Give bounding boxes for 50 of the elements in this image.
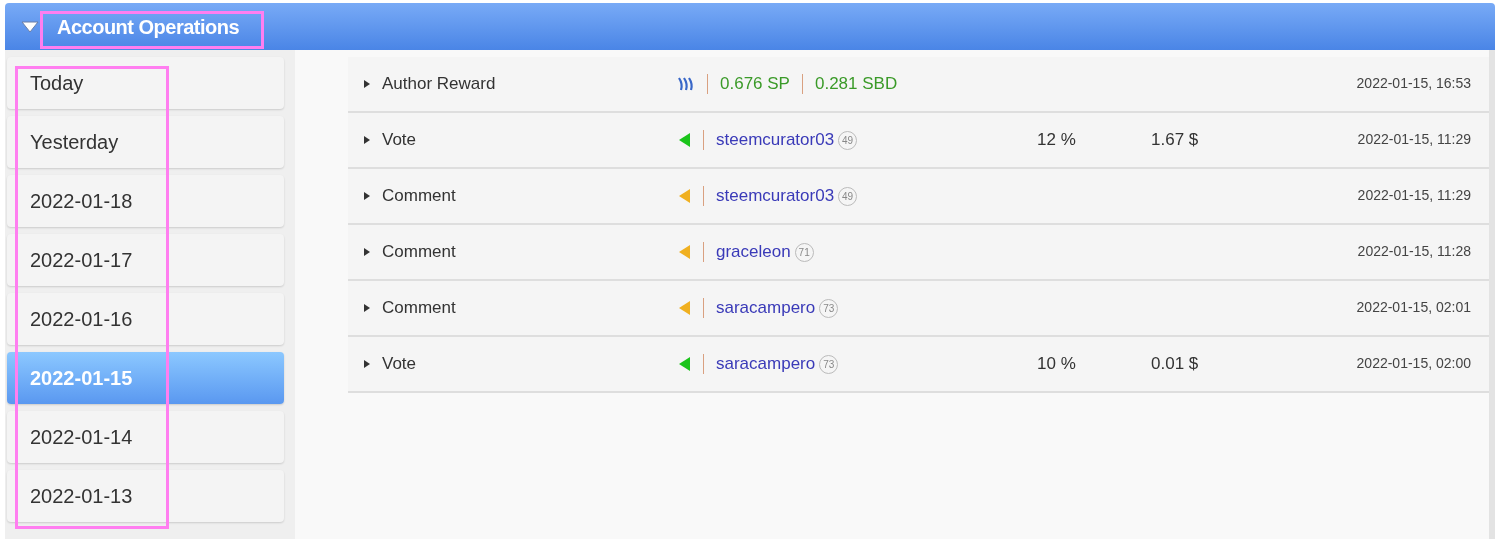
operation-row[interactable]: Author Reward 0.676 SP 0.281 SBD 2022-01-15, 16:53 xyxy=(348,57,1489,113)
operation-type: Vote xyxy=(382,129,418,152)
operation-row[interactable]: Comment saracampero 73 2022-01-15, 02:01 xyxy=(348,281,1489,337)
expand-arrow-icon xyxy=(364,191,370,201)
operation-row[interactable]: Comment steemcurator03 49 2022-01-15, 11:29 xyxy=(348,169,1489,225)
operation-type: Author Reward xyxy=(382,73,497,96)
account-link[interactable]: saracampero xyxy=(716,351,816,377)
wave-icon xyxy=(677,76,695,92)
date-tab[interactable]: 2022-01-18 xyxy=(7,175,284,227)
date-tab[interactable]: Yesterday xyxy=(7,116,284,168)
triangle-icon xyxy=(677,188,691,204)
vote-percent: 12 % xyxy=(1037,130,1076,150)
amount-text: 0.676 SP xyxy=(720,73,790,96)
operation-type: Comment xyxy=(382,297,457,320)
timestamp: 2022-01-15, 16:53 xyxy=(1356,74,1471,93)
triangle-icon xyxy=(677,132,691,148)
operation-type: Comment xyxy=(382,185,457,208)
operation-row[interactable]: Vote steemcurator03 49 12 % 1.67 $ 2022-01-15, 11:29 xyxy=(348,113,1489,169)
account-link[interactable]: graceleon xyxy=(716,239,791,265)
expand-arrow-icon xyxy=(364,135,370,145)
amount-text: 0.281 SBD xyxy=(814,73,898,96)
date-tab[interactable]: 2022-01-17 xyxy=(7,234,284,286)
operation-type: Comment xyxy=(382,241,457,264)
operation-row[interactable]: Vote saracampero 73 10 % 0.01 $ 2022-01-15, 02:00 xyxy=(348,337,1489,393)
account-link[interactable]: steemcurator03 xyxy=(716,183,835,209)
timestamp: 2022-01-15, 11:29 xyxy=(1357,186,1471,205)
operation-type: Vote xyxy=(382,353,418,376)
timestamp: 2022-01-15, 02:01 xyxy=(1356,298,1471,317)
caret-icon xyxy=(21,20,39,33)
timestamp: 2022-01-15, 11:28 xyxy=(1357,242,1471,261)
vote-value: 0.01 $ xyxy=(1151,354,1199,374)
triangle-icon xyxy=(677,244,691,260)
expand-arrow-icon xyxy=(364,359,370,369)
date-tab[interactable]: 2022-01-16 xyxy=(7,293,284,345)
expand-arrow-icon xyxy=(364,303,370,313)
date-tab[interactable]: Today xyxy=(7,57,284,109)
vote-percent: 10 % xyxy=(1037,354,1076,374)
account-link[interactable]: steemcurator03 xyxy=(716,127,835,153)
triangle-icon xyxy=(677,356,691,372)
expand-arrow-icon xyxy=(364,247,370,257)
date-tab[interactable]: 2022-01-13 xyxy=(7,470,284,522)
panel-title: Account Operations xyxy=(57,16,240,37)
account-link[interactable]: saracampero xyxy=(716,295,816,321)
operation-row[interactable]: Comment graceleon 71 2022-01-15, 11:28 xyxy=(348,225,1489,281)
expand-arrow-icon xyxy=(364,79,370,89)
date-tab[interactable]: 2022-01-14 xyxy=(7,411,284,463)
vote-value: 1.67 $ xyxy=(1151,130,1199,150)
triangle-icon xyxy=(677,300,691,316)
timestamp: 2022-01-15, 02:00 xyxy=(1356,354,1471,373)
timestamp: 2022-01-15, 11:29 xyxy=(1357,130,1471,149)
